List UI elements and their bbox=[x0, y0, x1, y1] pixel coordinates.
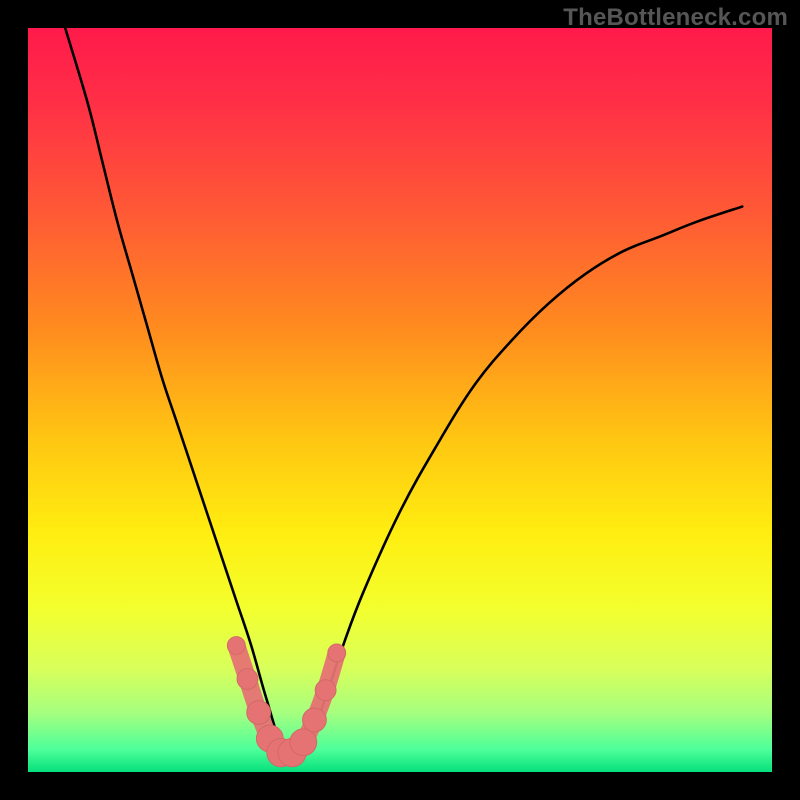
highlight-marker bbox=[237, 669, 258, 690]
highlight-marker bbox=[315, 680, 336, 701]
gradient-background bbox=[28, 28, 772, 772]
highlight-marker bbox=[227, 637, 245, 655]
highlight-marker bbox=[328, 644, 346, 662]
chart-svg bbox=[28, 28, 772, 772]
highlight-marker bbox=[303, 708, 327, 732]
highlight-marker bbox=[290, 729, 317, 756]
highlight-marker bbox=[247, 701, 271, 725]
chart-plot-area bbox=[28, 28, 772, 772]
chart-frame: TheBottleneck.com bbox=[0, 0, 800, 800]
